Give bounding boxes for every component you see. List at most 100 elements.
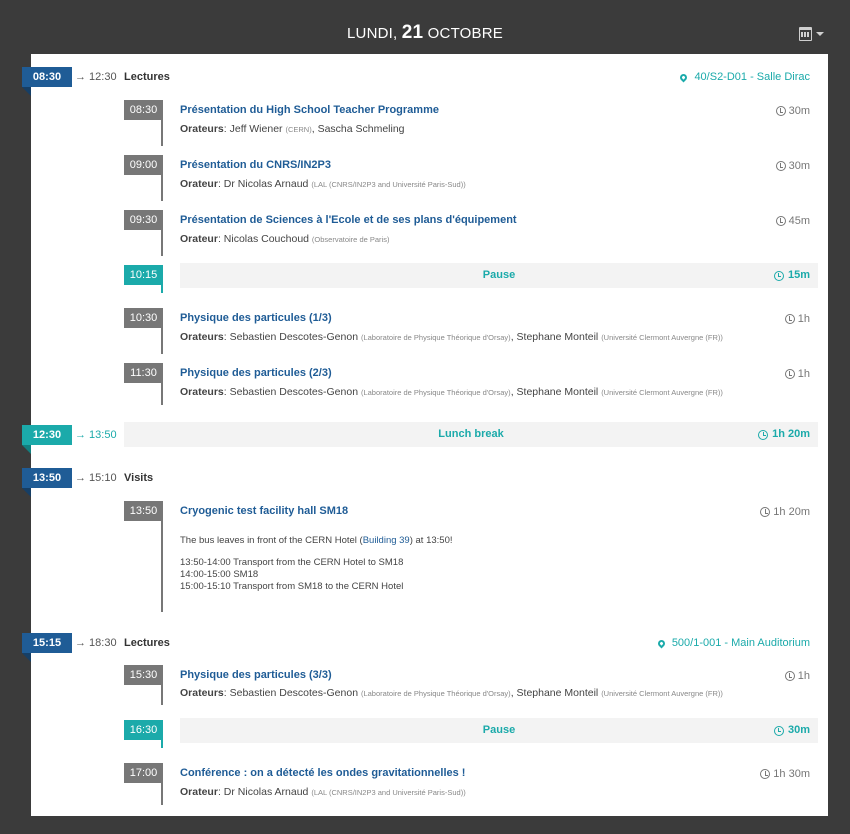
break-duration: 15m xyxy=(773,263,810,288)
day-month: OCTOBRE xyxy=(427,25,503,42)
contribution-time: 11:30 xyxy=(124,363,163,383)
location-label: 500/1-001 - Main Auditorium xyxy=(671,637,810,649)
block-start-time: 15:15 xyxy=(22,633,72,662)
speaker-affiliation: (LAL (CNRS/IN2P3 and Université Paris-Su… xyxy=(311,788,466,797)
schedule-line: 14:00-15:00 SM18 xyxy=(180,569,259,580)
speaker-name: Dr Nicolas Arnaud xyxy=(223,786,309,798)
break-label: Pause xyxy=(180,263,818,288)
contribution-speakers: Orateur: Dr Nicolas Arnaud (LAL (CNRS/IN… xyxy=(180,786,466,798)
contribution-speakers: Orateur: Dr Nicolas Arnaud (LAL (CNRS/IN… xyxy=(180,178,466,190)
calendar-dropdown-button[interactable] xyxy=(799,27,824,41)
clock-icon xyxy=(760,507,771,517)
block-title[interactable]: Lectures xyxy=(124,633,170,653)
break-time: 16:30 xyxy=(124,720,163,740)
chevron-down-icon xyxy=(816,32,824,36)
block-end-time: → 18:30 xyxy=(75,637,117,649)
break-bar-marker xyxy=(161,720,163,748)
speaker-affiliation: (CERN) xyxy=(285,125,312,134)
contribution-bar xyxy=(161,155,163,201)
contribution-bar xyxy=(161,763,163,805)
speaker-name: Jeff Wiener xyxy=(229,123,283,135)
clock-icon xyxy=(758,429,769,440)
contribution-duration: 1h xyxy=(784,367,810,381)
contribution-duration: 45m xyxy=(775,214,810,228)
speaker-label: Orateurs xyxy=(180,123,224,135)
contribution-time: 13:50 xyxy=(124,501,163,521)
duration-label: 30m xyxy=(788,105,810,117)
contribution-duration: 30m xyxy=(775,159,810,173)
contribution-title[interactable]: Présentation du CNRS/IN2P3 xyxy=(180,158,331,172)
block-start-time: 08:30 xyxy=(22,67,72,96)
break-duration: 30m xyxy=(773,718,810,743)
contribution-speakers: Orateurs: Sebastien Descotes-Genon (Labo… xyxy=(180,331,723,343)
contribution-speakers: Orateurs: Sebastien Descotes-Genon (Labo… xyxy=(180,687,723,699)
duration-label: 1h 20m xyxy=(772,428,810,440)
speaker-affiliation: (Laboratoire de Physique Théorique d'Ors… xyxy=(360,333,511,342)
break-end-time: → 13:50 xyxy=(75,429,117,441)
duration-label: 1h xyxy=(797,670,810,682)
contribution-speakers: Orateur: Nicolas Couchoud (Observatoire … xyxy=(180,233,390,245)
contribution-title[interactable]: Physique des particules (2/3) xyxy=(180,366,332,380)
block-location[interactable]: 500/1-001 - Main Auditorium xyxy=(656,633,810,653)
contribution-bar xyxy=(161,308,163,354)
contribution-time: 09:00 xyxy=(124,155,163,175)
contribution-title[interactable]: Conférence : on a détecté les ondes grav… xyxy=(180,766,465,780)
duration-label: 30m xyxy=(787,724,810,736)
block-location[interactable]: 40/S2-D01 - Salle Dirac xyxy=(678,67,810,87)
duration-label: 15m xyxy=(787,269,810,281)
day-header: LUNDI, 21 OCTOBRE xyxy=(0,0,850,54)
contribution-time: 17:00 xyxy=(124,763,163,783)
speaker-affiliation: (LAL (CNRS/IN2P3 and Université Paris-Su… xyxy=(311,180,466,189)
break-start-time: 12:30 xyxy=(22,425,72,454)
contribution-bar xyxy=(161,665,163,705)
speaker-affiliation: (Université Clermont Auvergne (FR)) xyxy=(601,388,723,397)
building-link[interactable]: Building 39 xyxy=(363,535,410,546)
break-duration: 1h 20m xyxy=(758,422,810,447)
contribution-title[interactable]: Physique des particules (3/3) xyxy=(180,668,332,682)
day-weekday: LUNDI, xyxy=(347,25,398,42)
map-pin-icon xyxy=(678,72,689,82)
contribution-title[interactable]: Physique des particules (1/3) xyxy=(180,311,332,325)
contribution-title[interactable]: Présentation de Sciences à l'Ecole et de… xyxy=(180,213,517,227)
speaker-name: Stephane Monteil xyxy=(516,687,599,699)
day-title: LUNDI, 21 OCTOBRE xyxy=(0,22,850,44)
clock-icon xyxy=(775,216,786,226)
contribution-title[interactable]: Présentation du High School Teacher Prog… xyxy=(180,103,439,117)
contribution-title[interactable]: Cryogenic test facility hall SM18 xyxy=(180,504,348,518)
block-start-time: 13:50 xyxy=(22,468,72,497)
contribution-duration: 1h 30m xyxy=(760,767,810,781)
speaker-label: Orateurs xyxy=(180,331,224,343)
duration-label: 45m xyxy=(788,215,810,227)
contribution-bar xyxy=(161,100,163,146)
map-pin-icon xyxy=(656,638,667,648)
contribution-bar xyxy=(161,210,163,256)
clock-icon xyxy=(775,106,786,116)
contribution-speakers: Orateurs: Sebastien Descotes-Genon (Labo… xyxy=(180,386,723,398)
contribution-duration: 1h xyxy=(784,312,810,326)
clock-icon xyxy=(760,769,771,779)
description-text: The bus leaves in front of the CERN Hote… xyxy=(180,535,363,546)
block-end-time: → 12:30 xyxy=(75,71,117,83)
duration-label: 1h 20m xyxy=(773,506,810,518)
speaker-affiliation: (Laboratoire de Physique Théorique d'Ors… xyxy=(360,689,511,698)
block-title[interactable]: Lectures xyxy=(124,67,170,87)
speaker-name: Stephane Monteil xyxy=(516,386,599,398)
break-label: Pause xyxy=(180,718,818,743)
clock-icon xyxy=(784,369,795,379)
contribution-speakers: Orateurs: Jeff Wiener (CERN), Sascha Sch… xyxy=(180,123,405,135)
schedule-line: 15:00-15:10 Transport from SM18 to the C… xyxy=(180,581,404,592)
speaker-label: Orateur xyxy=(180,178,218,190)
speaker-name: Nicolas Couchoud xyxy=(223,233,309,245)
contribution-time: 10:30 xyxy=(124,308,163,328)
contribution-duration: 1h xyxy=(784,669,810,683)
break-bar-marker xyxy=(161,265,163,293)
clock-icon xyxy=(784,314,795,324)
contribution-description: The bus leaves in front of the CERN Hote… xyxy=(180,535,453,547)
speaker-name: Sascha Schmeling xyxy=(317,123,405,135)
speaker-affiliation: (Université Clermont Auvergne (FR)) xyxy=(601,689,723,698)
block-title[interactable]: Visits xyxy=(124,468,153,488)
contribution-bar xyxy=(161,501,163,612)
speaker-affiliation: (Université Clermont Auvergne (FR)) xyxy=(601,333,723,342)
contribution-duration: 1h 20m xyxy=(760,505,810,519)
location-label: 40/S2-D01 - Salle Dirac xyxy=(694,71,810,83)
